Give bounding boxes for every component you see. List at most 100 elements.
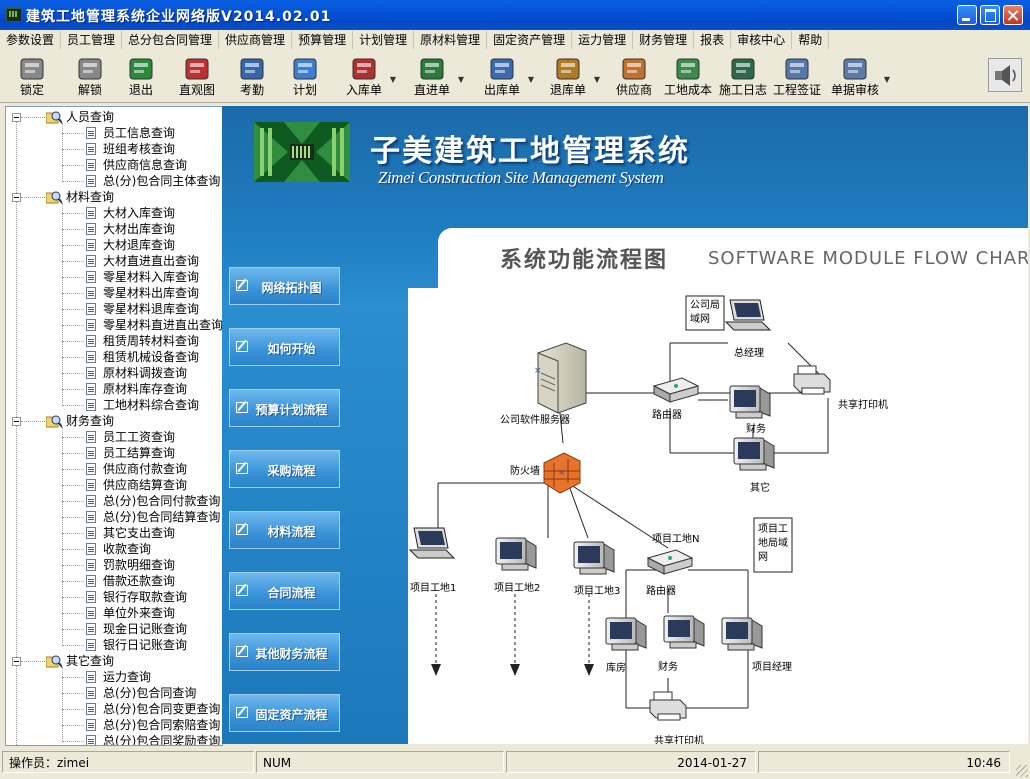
document-icon [86, 479, 96, 491]
tree-item[interactable]: 现金日记账查询 [103, 621, 187, 637]
toolbar-button-3[interactable]: 直观图 [178, 53, 216, 101]
nav-button-5[interactable]: 合同流程 [229, 572, 340, 610]
nav-button-label: 预算计划流程 [255, 403, 328, 417]
tree-item[interactable]: 单位外来查询 [103, 605, 175, 621]
tree-item[interactable]: 收款查询 [103, 541, 151, 557]
tree-item[interactable]: 大材出库查询 [103, 221, 175, 237]
tree-item[interactable]: 员工结算查询 [103, 445, 175, 461]
tree-item[interactable]: 大材直进直出查询 [103, 253, 199, 269]
document-icon [86, 351, 96, 363]
tree-item[interactable]: 原材料调拨查询 [103, 365, 187, 381]
tree-item[interactable]: 原材料库存查询 [103, 381, 187, 397]
query-tree[interactable]: 人员查询 员工信息查询 班组考核查询 供应商信息查询 总(分)包合同主体查询 材料查询 大材… [5, 106, 223, 746]
toolbar-button-7[interactable]: 直进单 ▼ [410, 53, 464, 101]
tree-collapse-toggle[interactable] [12, 657, 21, 666]
label-company-lan: 公司局 [690, 299, 720, 311]
toolbar-button-14[interactable]: 单据审核 ▼ [830, 53, 890, 101]
tree-collapse-toggle[interactable] [12, 417, 21, 426]
toolbar-button-10[interactable]: 供应商 [616, 53, 652, 101]
toolbar-button-11[interactable]: 工地成本 [664, 53, 712, 101]
chevron-down-icon[interactable]: ▼ [458, 75, 464, 84]
resize-grip[interactable] [1016, 765, 1028, 777]
close-button[interactable] [1003, 5, 1023, 25]
tree-item[interactable]: 班组考核查询 [103, 141, 175, 157]
toolbar-button-2[interactable]: 退出 [126, 53, 156, 101]
nav-button-6[interactable]: 其他财务流程 [229, 633, 340, 671]
chevron-down-icon[interactable]: ▼ [528, 75, 534, 84]
tree-item[interactable]: 借款还款查询 [103, 573, 175, 589]
tree-category[interactable]: 其它查询 [66, 653, 114, 669]
nav-button-7[interactable]: 固定资产流程 [229, 694, 340, 732]
tree-item[interactable]: 工地材料综合查询 [103, 397, 199, 413]
title-bar[interactable]: 建筑工地管理系统企业网络版V2014.02.01 [0, 0, 1030, 30]
tree-item[interactable]: 银行存取款查询 [103, 589, 187, 605]
nav-button-2[interactable]: 预算计划流程 [229, 389, 340, 427]
nav-button-1[interactable]: 如何开始 [229, 328, 340, 366]
menu-item-1[interactable]: 员工管理 [61, 31, 123, 49]
menu-item-8[interactable]: 运力管理 [572, 31, 634, 49]
tree-item[interactable]: 供应商付款查询 [103, 461, 187, 477]
tree-category[interactable]: 材料查询 [66, 189, 114, 205]
menu-item-5[interactable]: 计划管理 [353, 31, 415, 49]
tree-collapse-toggle[interactable] [12, 193, 21, 202]
tree-item[interactable]: 供应商信息查询 [103, 157, 187, 173]
tree-category[interactable]: 人员查询 [66, 109, 114, 125]
tree-item[interactable]: 总(分)包合同付款查询 [103, 493, 220, 509]
toolbar-button-13[interactable]: 工程签证 [772, 53, 822, 101]
tree-item[interactable]: 零星材料直进直出查询 [103, 317, 222, 333]
tree-item[interactable]: 银行日记账查询 [103, 637, 187, 653]
toolbar-button-0[interactable]: 锁定 [14, 53, 50, 101]
menu-item-4[interactable]: 预算管理 [292, 31, 354, 49]
chevron-down-icon[interactable]: ▼ [594, 75, 600, 84]
tree-item[interactable]: 零星材料入库查询 [103, 269, 199, 285]
toolbar-button-8[interactable]: 出库单 ▼ [480, 53, 534, 101]
tree-item[interactable]: 总(分)包合同奖励查询 [103, 733, 220, 745]
toolbar-button-1[interactable]: 解锁 [72, 53, 108, 101]
label-site-printer: 共享打印机 [654, 734, 704, 744]
nav-button-0[interactable]: 网络拓扑图 [229, 267, 340, 305]
minimize-button[interactable] [957, 5, 977, 25]
tree-item[interactable]: 租赁周转材料查询 [103, 333, 199, 349]
tree-category[interactable]: 财务查询 [66, 413, 114, 429]
tree-item[interactable]: 员工信息查询 [103, 125, 175, 141]
speaker-icon[interactable] [988, 58, 1022, 92]
tree-item[interactable]: 大材退库查询 [103, 237, 175, 253]
menu-item-6[interactable]: 原材料管理 [414, 31, 488, 49]
nav-button-4[interactable]: 材料流程 [229, 511, 340, 549]
toolbar-button-6[interactable]: 入库单 ▼ [342, 53, 396, 101]
document-icon [86, 687, 96, 699]
chevron-down-icon[interactable]: ▼ [390, 75, 396, 84]
tree-item[interactable]: 员工工资查询 [103, 429, 175, 445]
brand-logo-icon [254, 122, 350, 182]
tree-collapse-toggle[interactable] [12, 113, 21, 122]
tree-item[interactable]: 总(分)包合同查询 [103, 685, 196, 701]
chevron-down-icon[interactable]: ▼ [884, 75, 890, 84]
tree-item[interactable]: 供应商结算查询 [103, 477, 187, 493]
tree-item[interactable]: 零星材料退库查询 [103, 301, 199, 317]
tree-item[interactable]: 总(分)包合同变更查询 [103, 701, 220, 717]
menu-item-12[interactable]: 帮助 [792, 31, 830, 49]
toolbar-button-12[interactable]: 施工日志 [718, 53, 768, 101]
tree-item[interactable]: 其它支出查询 [103, 525, 175, 541]
toolbar-button-4[interactable]: 考勤 [234, 53, 270, 101]
toolbar-button-9[interactable]: 退库单 ▼ [546, 53, 600, 101]
tree-item[interactable]: 总(分)包合同主体查询 [103, 173, 220, 189]
toolbar-button-5[interactable]: 计划 [290, 53, 320, 101]
maximize-button[interactable] [980, 5, 1000, 25]
tree-item[interactable]: 租赁机械设备查询 [103, 349, 199, 365]
unlock-icon [75, 53, 105, 83]
tree-item[interactable]: 罚款明细查询 [103, 557, 175, 573]
menu-item-7[interactable]: 固定资产管理 [487, 31, 573, 49]
tree-item[interactable]: 运力查询 [103, 669, 151, 685]
tree-item[interactable]: 总(分)包合同索赔查询 [103, 717, 220, 733]
tree-item[interactable]: 零星材料出库查询 [103, 285, 199, 301]
menu-item-0[interactable]: 参数设置 [0, 31, 62, 49]
menu-item-3[interactable]: 供应商管理 [219, 31, 293, 49]
tree-item[interactable]: 大材入库查询 [103, 205, 175, 221]
nav-button-3[interactable]: 采购流程 [229, 450, 340, 488]
menu-item-2[interactable]: 总分包合同管理 [122, 31, 220, 49]
tree-item[interactable]: 总(分)包合同结算查询 [103, 509, 220, 525]
menu-item-10[interactable]: 报表 [694, 31, 732, 49]
menu-item-11[interactable]: 审核中心 [731, 31, 793, 49]
menu-item-9[interactable]: 财务管理 [633, 31, 695, 49]
